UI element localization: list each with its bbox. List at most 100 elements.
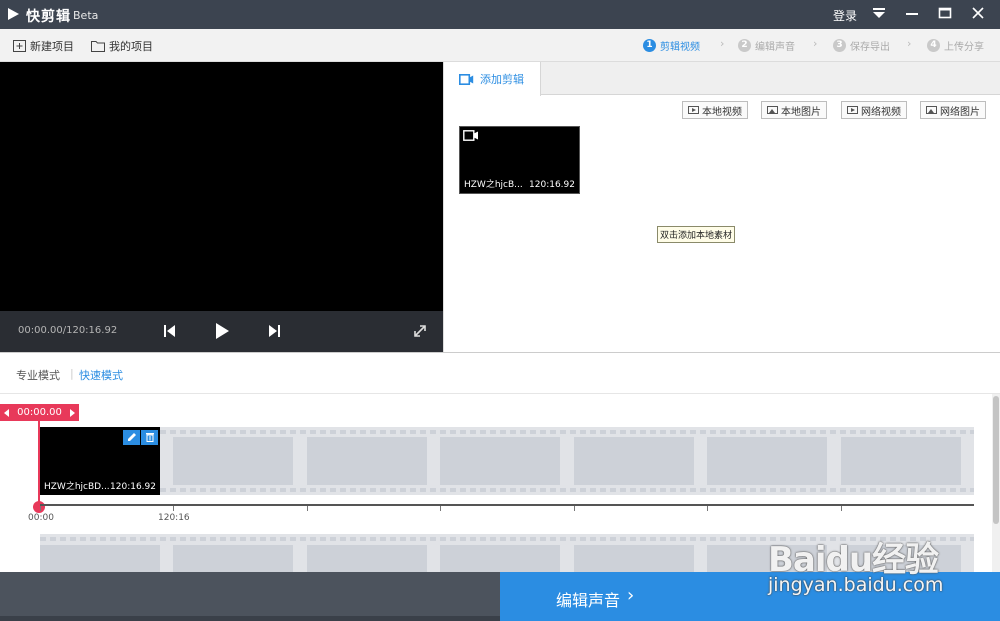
tab-add-clip[interactable]: 添加剪辑 xyxy=(444,62,541,96)
ruler-tick xyxy=(841,506,842,511)
beta-label: Beta xyxy=(73,9,99,22)
trash-icon[interactable] xyxy=(141,430,158,445)
local-video-label: 本地视频 xyxy=(702,106,742,118)
local-image-button[interactable]: 本地图片 xyxy=(761,101,827,119)
new-project-label: 新建项目 xyxy=(30,40,74,53)
online-video-label: 网络视频 xyxy=(861,106,901,118)
ruler-tick xyxy=(307,506,308,511)
next-frame-icon[interactable] xyxy=(264,321,284,341)
media-panel: 添加剪辑 本地视频 本地图片 网络视频 网络图片 HZW之hjcB... 120… xyxy=(443,62,1000,352)
maximize-icon[interactable] xyxy=(934,4,956,24)
my-projects-button[interactable]: 我的项目 xyxy=(91,38,153,54)
scrollbar-thumb[interactable] xyxy=(993,396,999,524)
playhead-right-arrow-icon xyxy=(70,409,75,417)
online-video-button[interactable]: 网络视频 xyxy=(841,101,907,119)
new-project-icon xyxy=(13,40,26,52)
video-file-icon xyxy=(688,106,699,114)
playhead-time: 00:00.00 xyxy=(17,407,62,418)
ruler-tick xyxy=(440,506,441,511)
playhead-handle[interactable] xyxy=(33,501,45,513)
playhead-time-badge[interactable]: 00:00.00 xyxy=(0,404,79,421)
quick-mode-tab[interactable]: 快速模式 xyxy=(79,367,123,383)
track-frame xyxy=(574,437,694,485)
minimize-icon[interactable] xyxy=(901,4,923,24)
timeline-clip-name: HZW之hjcBD... xyxy=(44,482,110,492)
step-label: 上传分享 xyxy=(944,42,984,53)
mode-divider: | xyxy=(70,367,74,380)
step-number: 2 xyxy=(738,39,751,52)
online-image-button[interactable]: 网络图片 xyxy=(920,101,986,119)
next-button-label: 编辑声音 xyxy=(556,591,621,610)
time-ruler[interactable] xyxy=(40,504,974,506)
step-edit-video[interactable]: 1 剪辑视频 xyxy=(643,38,700,53)
step-number: 4 xyxy=(927,39,940,52)
step-label: 剪辑视频 xyxy=(660,42,700,53)
track-frame xyxy=(574,545,694,572)
ruler-tick xyxy=(173,506,174,511)
app-logo-icon xyxy=(8,8,19,20)
mode-bar: 专业模式 | 快速模式 xyxy=(0,352,1000,394)
chevron-right-icon: › xyxy=(720,37,725,50)
image-file-icon xyxy=(767,106,778,114)
timeline-clip-duration: 120:16.92 xyxy=(110,482,156,492)
track-frame xyxy=(307,545,427,572)
add-material-tooltip: 双击添加本地素材 xyxy=(657,226,736,243)
ruler-tick xyxy=(707,506,708,511)
title-bar: 快剪辑 Beta 登录 xyxy=(0,0,1000,29)
chevron-right-icon: › xyxy=(907,37,912,50)
image-file-icon xyxy=(926,106,937,114)
ruler-label-end: 120:16 xyxy=(158,513,190,523)
video-file-icon xyxy=(847,106,858,114)
film-perforation xyxy=(40,488,974,492)
close-icon[interactable] xyxy=(967,4,989,24)
step-number: 1 xyxy=(643,39,656,52)
play-icon[interactable] xyxy=(212,321,232,341)
track-frame xyxy=(440,545,560,572)
track-frame xyxy=(707,437,827,485)
step-edit-audio[interactable]: 2 编辑声音 xyxy=(738,38,795,53)
camera-icon xyxy=(459,73,474,85)
video-track[interactable] xyxy=(40,427,974,495)
previous-frame-icon[interactable] xyxy=(160,321,180,341)
camera-icon xyxy=(463,130,478,141)
step-label: 编辑声音 xyxy=(755,42,795,53)
playhead-left-arrow-icon xyxy=(4,409,9,417)
online-image-label: 网络图片 xyxy=(940,106,980,118)
new-project-button[interactable]: 新建项目 xyxy=(13,38,74,54)
baidu-watermark: Baidu经验 jingyan.baidu.com xyxy=(760,527,995,607)
app-title: 快剪辑 xyxy=(26,9,71,25)
step-save-export[interactable]: 3 保存导出 xyxy=(833,38,890,53)
track-frame xyxy=(173,437,293,485)
track-frame xyxy=(173,545,293,572)
pro-mode-tab[interactable]: 专业模式 xyxy=(16,367,60,383)
step-number: 3 xyxy=(833,39,846,52)
playhead-line[interactable] xyxy=(38,421,40,506)
step-upload-share[interactable]: 4 上传分享 xyxy=(927,38,984,53)
track-frame xyxy=(307,437,427,485)
login-link[interactable]: 登录 xyxy=(833,7,857,24)
step-label: 保存导出 xyxy=(850,42,890,53)
chevron-right-icon: › xyxy=(813,37,818,50)
menu-dropdown-icon[interactable] xyxy=(868,4,890,24)
track-frame xyxy=(40,545,160,572)
folder-icon xyxy=(91,41,105,52)
ruler-tick xyxy=(574,506,575,511)
fullscreen-icon[interactable] xyxy=(410,321,430,341)
local-video-button[interactable]: 本地视频 xyxy=(682,101,748,119)
edit-pencil-icon[interactable] xyxy=(123,430,140,445)
ruler-label-start: 00:00 xyxy=(28,513,54,523)
film-perforation xyxy=(40,430,974,434)
bottom-strip xyxy=(0,616,500,621)
local-image-label: 本地图片 xyxy=(781,106,821,118)
time-display: 00:00.00/120:16.92 xyxy=(18,325,118,336)
watermark-url: jingyan.baidu.com xyxy=(768,574,944,596)
track-frame xyxy=(440,437,560,485)
clip-name: HZW之hjcB... xyxy=(464,180,523,190)
media-clip-thumbnail[interactable]: HZW之hjcB... 120:16.92 xyxy=(459,126,580,194)
my-projects-label: 我的项目 xyxy=(109,40,153,53)
video-preview[interactable] xyxy=(0,62,443,352)
ruler-tick xyxy=(40,506,41,511)
track-frame xyxy=(841,437,961,485)
timeline-clip[interactable]: HZW之hjcBD... 120:16.92 xyxy=(40,427,160,495)
media-tab-strip: 添加剪辑 xyxy=(444,62,1000,96)
